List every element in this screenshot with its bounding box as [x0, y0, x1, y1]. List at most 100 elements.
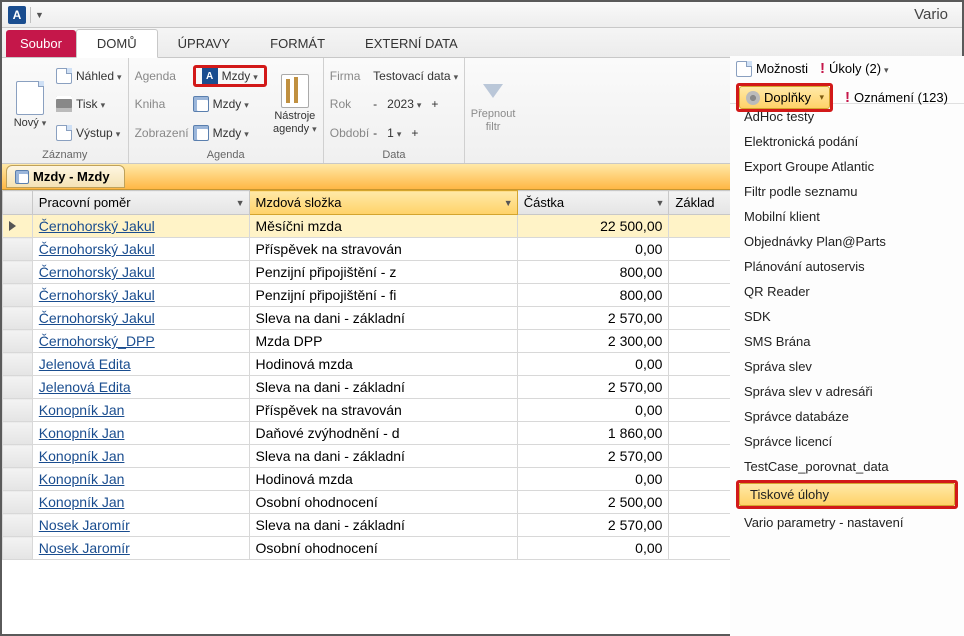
new-button[interactable]: Nový	[8, 62, 52, 147]
cell-amount[interactable]: 0,00	[517, 537, 669, 560]
row-selector[interactable]	[3, 422, 33, 445]
cell-employment[interactable]: Černohorský_DPP	[32, 330, 249, 353]
cell-wage-component[interactable]: Příspěvek na stravován	[249, 399, 517, 422]
notices-button[interactable]: !Oznámení (123)	[845, 83, 948, 112]
menu-item[interactable]: Objednávky Plan@Parts	[730, 229, 964, 254]
menu-item[interactable]: Správa slev	[730, 354, 964, 379]
cell-wage-component[interactable]: Sleva na dani - základní	[249, 445, 517, 468]
cell-employment[interactable]: Černohorský Jakul	[32, 284, 249, 307]
cell-wage-component[interactable]: Příspěvek na stravován	[249, 238, 517, 261]
col-amount[interactable]: Částka▼	[517, 191, 669, 215]
cell-wage-component[interactable]: Sleva na dani - základní	[249, 307, 517, 330]
tab-format[interactable]: FORMÁT	[250, 30, 345, 57]
col-wage-component[interactable]: Mzdová složka▼	[249, 191, 517, 215]
cell-employment[interactable]: Černohorský Jakul	[32, 238, 249, 261]
chevron-down-icon[interactable]: ▼	[655, 198, 664, 208]
cell-employment[interactable]: Nosek Jaromír	[32, 537, 249, 560]
menu-item[interactable]: Elektronická podání	[730, 129, 964, 154]
cell-amount[interactable]: 0,00	[517, 238, 669, 261]
menu-item[interactable]: Mobilní klient	[730, 204, 964, 229]
row-header-corner[interactable]	[3, 191, 33, 215]
cell-amount[interactable]: 800,00	[517, 261, 669, 284]
row-selector[interactable]	[3, 376, 33, 399]
cell-employment[interactable]: Černohorský Jakul	[32, 261, 249, 284]
options-button[interactable]: Možnosti	[736, 60, 808, 77]
tab-edit[interactable]: ÚPRAVY	[158, 30, 251, 57]
cell-wage-component[interactable]: Sleva na dani - základní	[249, 376, 517, 399]
addons-button[interactable]: Doplňky	[739, 86, 830, 109]
cell-wage-component[interactable]: Sleva na dani - základní	[249, 514, 517, 537]
menu-item[interactable]: TestCase_porovnat_data	[730, 454, 964, 479]
cell-employment[interactable]: Konopník Jan	[32, 422, 249, 445]
cell-amount[interactable]: 1 860,00	[517, 422, 669, 445]
book-mzdy-button[interactable]: Mzdy	[193, 93, 267, 115]
tab-external-data[interactable]: EXTERNÍ DATA	[345, 30, 478, 57]
col-employment[interactable]: Pracovní poměr▼	[32, 191, 249, 215]
view-mzdy-button[interactable]: Mzdy	[193, 122, 267, 144]
cell-wage-component[interactable]: Osobní ohodnocení	[249, 537, 517, 560]
row-selector[interactable]	[3, 468, 33, 491]
cell-amount[interactable]: 0,00	[517, 353, 669, 376]
row-selector[interactable]	[3, 399, 33, 422]
menu-item[interactable]: Správce licencí	[730, 429, 964, 454]
cell-employment[interactable]: Černohorský Jakul	[32, 215, 249, 238]
year-minus[interactable]: -	[373, 97, 377, 111]
cell-amount[interactable]: 2 570,00	[517, 445, 669, 468]
tab-file[interactable]: Soubor	[6, 30, 76, 57]
menu-item[interactable]: Filtr podle seznamu	[730, 179, 964, 204]
cell-wage-component[interactable]: Mzda DPP	[249, 330, 517, 353]
cell-amount[interactable]: 22 500,00	[517, 215, 669, 238]
tasks-button[interactable]: !Úkoly (2)	[820, 60, 889, 77]
row-selector[interactable]	[3, 514, 33, 537]
row-selector[interactable]	[3, 307, 33, 330]
cell-amount[interactable]: 2 500,00	[517, 491, 669, 514]
period-plus[interactable]: +	[411, 126, 418, 140]
cell-employment[interactable]: Konopník Jan	[32, 399, 249, 422]
menu-item[interactable]: SDK	[730, 304, 964, 329]
menu-item[interactable]: Export Groupe Atlantic	[730, 154, 964, 179]
row-selector[interactable]	[3, 353, 33, 376]
cell-wage-component[interactable]: Hodinová mzda	[249, 468, 517, 491]
row-selector[interactable]	[3, 330, 33, 353]
agenda-mzdy-button[interactable]: AMzdy	[193, 65, 267, 87]
chevron-down-icon[interactable]: ▼	[236, 198, 245, 208]
tab-home[interactable]: DOMŮ	[76, 29, 158, 58]
row-selector[interactable]	[3, 491, 33, 514]
output-button[interactable]: Výstup	[56, 122, 122, 144]
row-selector[interactable]	[3, 238, 33, 261]
cell-employment[interactable]: Jelenová Edita	[32, 353, 249, 376]
cell-employment[interactable]: Jelenová Edita	[32, 376, 249, 399]
cell-employment[interactable]: Černohorský Jakul	[32, 307, 249, 330]
row-selector[interactable]	[3, 537, 33, 560]
menu-item[interactable]: Správa slev v adresáři	[730, 379, 964, 404]
period-selector[interactable]: 1	[387, 126, 401, 140]
cell-wage-component[interactable]: Osobní ohodnocení	[249, 491, 517, 514]
cell-wage-component[interactable]: Měsíčni mzda	[249, 215, 517, 238]
period-minus[interactable]: -	[373, 126, 377, 140]
cell-employment[interactable]: Konopník Jan	[32, 468, 249, 491]
cell-amount[interactable]: 0,00	[517, 468, 669, 491]
cell-employment[interactable]: Konopník Jan	[32, 445, 249, 468]
agenda-tools-button[interactable]: Nástroje agendy	[273, 62, 317, 147]
cell-wage-component[interactable]: Daňové zvýhodnění - d	[249, 422, 517, 445]
cell-amount[interactable]: 2 570,00	[517, 514, 669, 537]
toggle-filter-button[interactable]: Přepnout filtr	[471, 62, 515, 147]
cell-employment[interactable]: Nosek Jaromír	[32, 514, 249, 537]
cell-wage-component[interactable]: Penzijní připojištění - fi	[249, 284, 517, 307]
cell-wage-component[interactable]: Hodinová mzda	[249, 353, 517, 376]
cell-wage-component[interactable]: Penzijní připojištění - z	[249, 261, 517, 284]
row-selector[interactable]	[3, 261, 33, 284]
print-button[interactable]: Tisk	[56, 93, 122, 115]
menu-item[interactable]: Plánování autoservis	[730, 254, 964, 279]
preview-button[interactable]: Náhled	[56, 65, 122, 87]
year-selector[interactable]: 2023	[387, 97, 421, 111]
cell-amount[interactable]: 800,00	[517, 284, 669, 307]
menu-item[interactable]: SMS Brána	[730, 329, 964, 354]
cell-amount[interactable]: 2 570,00	[517, 307, 669, 330]
chevron-down-icon[interactable]: ▼	[504, 198, 513, 208]
qat-dropdown-icon[interactable]: ▼	[35, 10, 44, 20]
row-selector[interactable]	[3, 445, 33, 468]
cell-amount[interactable]: 2 300,00	[517, 330, 669, 353]
menu-item[interactable]: Tiskové úlohy	[739, 483, 955, 506]
row-selector[interactable]	[3, 215, 33, 238]
